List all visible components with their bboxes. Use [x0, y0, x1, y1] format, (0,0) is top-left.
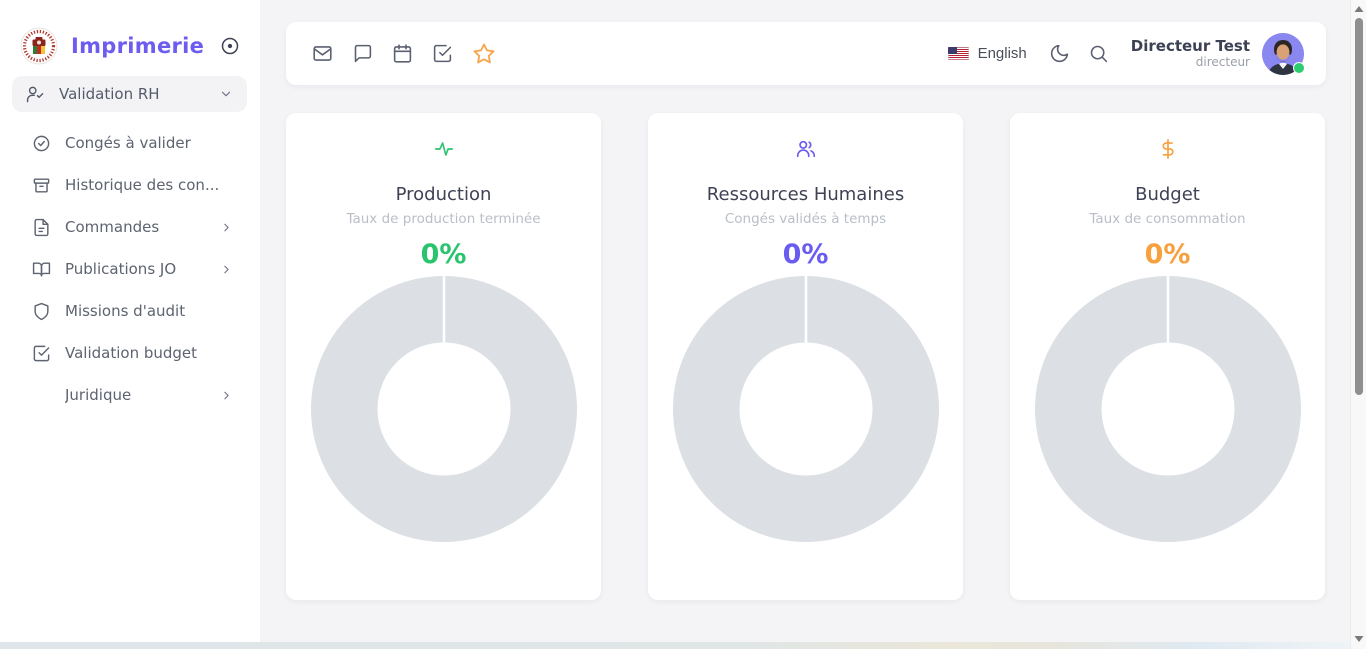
us-flag-icon [948, 47, 969, 60]
sidebar-menu: Congés à valider Historique des con... C… [12, 122, 247, 416]
chevron-right-icon [220, 221, 233, 234]
dark-mode-toggle[interactable] [1047, 41, 1072, 66]
card-title: Production [396, 184, 492, 205]
language-label: English [978, 45, 1027, 62]
sidebar-item-label: Commandes [65, 218, 159, 236]
sidebar-item-missions-audit[interactable]: Missions d'audit [12, 290, 247, 332]
topbar: English Directeur Test directeur [286, 22, 1326, 85]
moon-icon [1049, 43, 1070, 64]
sidebar-collapse-button[interactable] [218, 34, 242, 58]
tasks-button[interactable] [430, 41, 455, 66]
user-menu[interactable]: Directeur Test directeur [1131, 33, 1304, 75]
scroll-down-arrow[interactable] [1354, 635, 1364, 643]
sidebar-item-publications-jo[interactable]: Publications JO [12, 248, 247, 290]
card-budget: Budget Taux de consommation 0% [1010, 113, 1325, 600]
chevron-right-icon [220, 389, 233, 402]
topbar-quick-icons [310, 40, 498, 68]
online-status-dot [1293, 62, 1305, 74]
card-title: Ressources Humaines [707, 184, 904, 205]
sidebar-item-label: Historique des con... [65, 176, 219, 194]
card-subtitle: Congés validés à temps [725, 211, 886, 227]
sidebar-item-label: Missions d'audit [65, 302, 185, 320]
card-percent-value: 0% [783, 239, 829, 270]
chat-button[interactable] [350, 41, 375, 66]
sidebar-item-label: Validation budget [65, 344, 197, 362]
sidebar: Imprimerie Validation RH [0, 0, 260, 643]
vertical-scrollbar[interactable] [1350, 0, 1366, 649]
scroll-up-arrow[interactable] [1354, 5, 1364, 13]
brand-link[interactable]: Imprimerie [20, 27, 204, 65]
sidebar-item-validation-budget[interactable]: Validation budget [12, 332, 247, 374]
avatar [1262, 33, 1304, 75]
favorites-button[interactable] [470, 40, 498, 68]
card-percent-value: 0% [1145, 239, 1191, 270]
chevron-right-icon [220, 263, 233, 276]
mail-icon [312, 43, 333, 64]
file-text-icon [32, 218, 51, 237]
card-ressources-humaines: Ressources Humaines Congés validés à tem… [648, 113, 963, 600]
check-square-icon [32, 344, 51, 363]
sidebar-item-label: Publications JO [65, 260, 176, 278]
card-percent-value: 0% [421, 239, 467, 270]
brand-name: Imprimerie [71, 34, 204, 58]
user-text: Directeur Test directeur [1131, 37, 1250, 71]
user-role: directeur [1131, 55, 1250, 70]
mail-button[interactable] [310, 41, 335, 66]
donut-chart-rh [673, 276, 939, 542]
topbar-right: English Directeur Test directeur [948, 33, 1304, 75]
star-icon [472, 42, 496, 66]
donut-chart-budget [1035, 276, 1301, 542]
sidebar-item-juridique[interactable]: Juridique [12, 374, 247, 416]
card-production: Production Taux de production terminée 0… [286, 113, 601, 600]
sidebar-item-conges-a-valider[interactable]: Congés à valider [12, 122, 247, 164]
search-icon [1088, 43, 1109, 64]
horizontal-scrollbar[interactable] [0, 642, 1350, 649]
user-name: Directeur Test [1131, 37, 1250, 56]
brand-row: Imprimerie [20, 24, 242, 68]
circle-dot-icon [220, 36, 240, 56]
shield-icon [32, 302, 51, 321]
check-circle-icon [32, 134, 51, 153]
search-button[interactable] [1086, 41, 1111, 66]
users-icon [795, 138, 817, 160]
sidebar-item-commandes[interactable]: Commandes [12, 206, 247, 248]
calendar-button[interactable] [390, 41, 415, 66]
card-subtitle: Taux de consommation [1089, 211, 1245, 227]
donut-chart-production [311, 276, 577, 542]
card-subtitle: Taux de production terminée [346, 211, 540, 227]
sidebar-item-historique-conges[interactable]: Historique des con... [12, 164, 247, 206]
language-selector[interactable]: English [948, 45, 1027, 62]
sidebar-item-label: Validation RH [59, 85, 160, 103]
book-open-icon [32, 260, 51, 279]
activity-icon [433, 138, 455, 160]
check-square-icon [432, 43, 453, 64]
archive-icon [32, 176, 51, 195]
sidebar-item-label: Congés à valider [65, 134, 191, 152]
message-icon [352, 43, 373, 64]
card-title: Budget [1135, 184, 1200, 205]
sidebar-item-label: Juridique [65, 386, 131, 404]
dollar-icon [1157, 138, 1179, 160]
sidebar-item-validation-rh[interactable]: Validation RH [12, 76, 247, 112]
chevron-down-icon [219, 87, 233, 101]
user-check-icon [26, 85, 45, 104]
scrollbar-thumb[interactable] [1355, 18, 1363, 395]
calendar-icon [392, 43, 413, 64]
printer-emblem-logo [20, 27, 58, 65]
